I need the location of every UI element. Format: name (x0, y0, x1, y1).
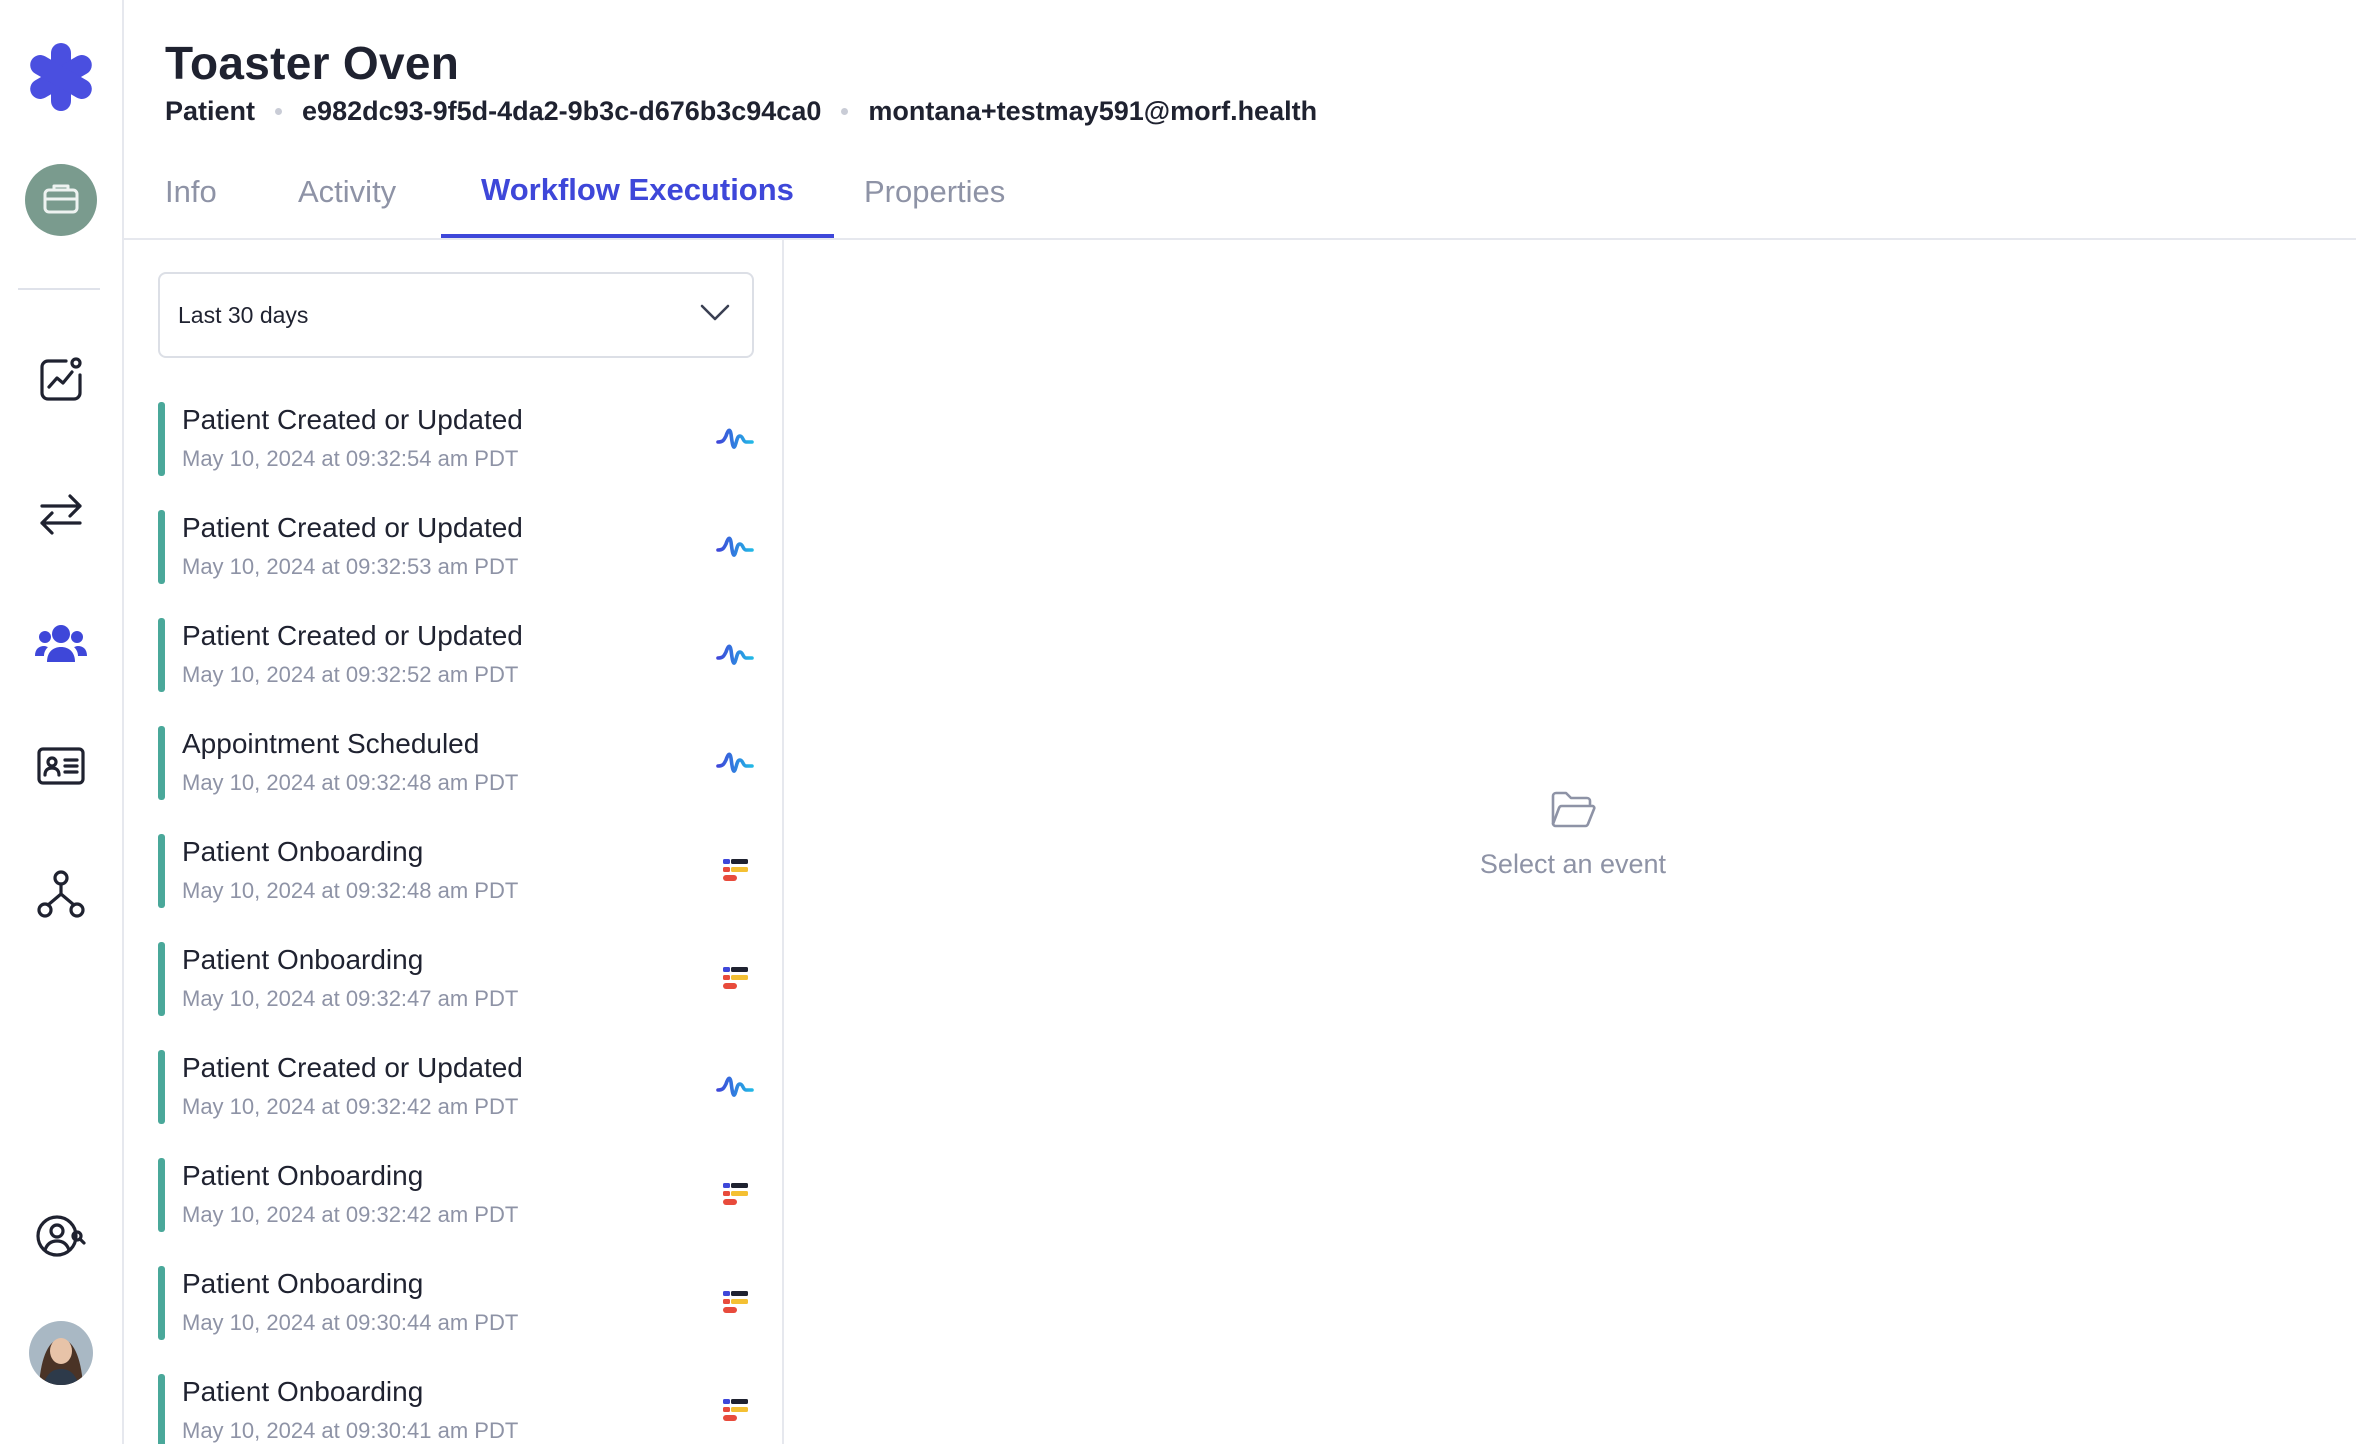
analytics-icon[interactable] (0, 350, 122, 410)
date-range-select[interactable]: Last 30 days (158, 272, 754, 358)
form-icon (712, 1388, 758, 1434)
event-name: Patient Created or Updated (182, 620, 523, 651)
event-name: Patient Created or Updated (182, 1052, 523, 1083)
status-bar (158, 1374, 165, 1444)
event-list-item[interactable]: Patient Onboarding May 10, 2024 at 09:32:… (158, 834, 758, 908)
event-timestamp: May 10, 2024 at 09:32:52 am PDT (182, 662, 519, 687)
avatar[interactable] (0, 1320, 122, 1386)
event-list-item[interactable]: Patient Created or Updated May 10, 2024 a… (158, 402, 758, 476)
briefcase-icon[interactable] (0, 162, 122, 238)
event-timestamp: May 10, 2024 at 09:32:47 am PDT (182, 986, 519, 1011)
tab-properties[interactable]: Properties (864, 160, 1005, 238)
event-list-item[interactable]: Patient Onboarding May 10, 2024 at 09:32:… (158, 942, 758, 1016)
workflow-icon[interactable] (0, 864, 122, 924)
event-list-item[interactable]: Patient Onboarding May 10, 2024 at 09:32:… (158, 1158, 758, 1232)
wave-icon (712, 416, 758, 462)
folder-open-icon (1550, 791, 1596, 834)
event-name: Patient Created or Updated (182, 512, 523, 543)
form-icon (712, 956, 758, 1002)
status-bar (158, 726, 165, 800)
wave-icon (712, 632, 758, 678)
event-timestamp: May 10, 2024 at 09:32:48 am PDT (182, 770, 519, 795)
wave-icon (712, 1064, 758, 1110)
event-list-item[interactable]: Patient Onboarding May 10, 2024 at 09:30:… (158, 1266, 758, 1340)
event-timestamp: May 10, 2024 at 09:30:44 am PDT (182, 1310, 519, 1335)
form-icon (712, 848, 758, 894)
wave-icon (712, 524, 758, 570)
event-timestamp: May 10, 2024 at 09:32:48 am PDT (182, 878, 519, 903)
event-timestamp: May 10, 2024 at 09:32:42 am PDT (182, 1202, 519, 1227)
form-icon (712, 1172, 758, 1218)
event-name: Patient Onboarding (182, 1160, 424, 1191)
event-name: Patient Onboarding (182, 836, 424, 867)
transfer-icon[interactable] (0, 484, 122, 544)
tab-workflow-executions[interactable]: Workflow Executions (441, 160, 834, 238)
event-list-panel: Last 30 days Patient Created or Updated M… (124, 240, 784, 1444)
chevron-down-icon (700, 304, 730, 327)
logo-icon[interactable] (0, 36, 122, 118)
separator-dot (275, 108, 283, 115)
event-timestamp: May 10, 2024 at 09:32:53 am PDT (182, 554, 519, 579)
status-bar (158, 402, 165, 476)
event-list-item[interactable]: Patient Created or Updated May 10, 2024 a… (158, 618, 758, 692)
patient-meta: Patient e982dc93-9f5d-4da2-9b3c-d676b3c9… (165, 96, 1317, 127)
status-bar (158, 1050, 165, 1124)
event-name: Patient Onboarding (182, 944, 424, 975)
id-card-icon[interactable] (0, 736, 122, 796)
event-timestamp: May 10, 2024 at 09:32:54 am PDT (182, 446, 519, 471)
tab-activity[interactable]: Activity (298, 160, 396, 238)
sidebar-divider (18, 288, 100, 290)
event-list-item[interactable]: Patient Created or Updated May 10, 2024 a… (158, 510, 758, 584)
users-icon[interactable] (0, 612, 122, 672)
wave-icon (712, 740, 758, 786)
form-icon (712, 1280, 758, 1326)
empty-state: Select an event (1400, 790, 1746, 880)
patient-email: montana+testmay591@morf.health (868, 96, 1318, 126)
event-timestamp: May 10, 2024 at 09:30:41 am PDT (182, 1418, 519, 1443)
page-title: Toaster Oven (165, 37, 460, 89)
event-name: Patient Created or Updated (182, 404, 523, 435)
date-range-value: Last 30 days (178, 301, 309, 328)
event-list-item[interactable]: Patient Onboarding May 10, 2024 at 09:30:… (158, 1374, 758, 1444)
status-bar (158, 942, 165, 1016)
event-name: Appointment Scheduled (182, 728, 480, 759)
event-list-item[interactable]: Appointment Scheduled May 10, 2024 at 09:… (158, 726, 758, 800)
status-bar (158, 1158, 165, 1232)
status-bar (158, 510, 165, 584)
status-bar (158, 618, 165, 692)
tab-info[interactable]: Info (165, 160, 217, 238)
sidebar (0, 0, 124, 1444)
empty-state-label: Select an event (1479, 849, 1667, 879)
patient-id: e982dc93-9f5d-4da2-9b3c-d676b3c94ca0 (302, 96, 822, 126)
event-name: Patient Onboarding (182, 1376, 424, 1407)
event-list-item[interactable]: Patient Created or Updated May 10, 2024 a… (158, 1050, 758, 1124)
separator-dot (841, 108, 849, 115)
event-name: Patient Onboarding (182, 1268, 424, 1299)
record-type: Patient (165, 96, 256, 126)
user-search-icon[interactable] (0, 1206, 122, 1266)
tab-bar: Info Activity Workflow Executions Proper… (124, 160, 2356, 240)
event-timestamp: May 10, 2024 at 09:32:42 am PDT (182, 1094, 519, 1119)
status-bar (158, 834, 165, 908)
status-bar (158, 1266, 165, 1340)
